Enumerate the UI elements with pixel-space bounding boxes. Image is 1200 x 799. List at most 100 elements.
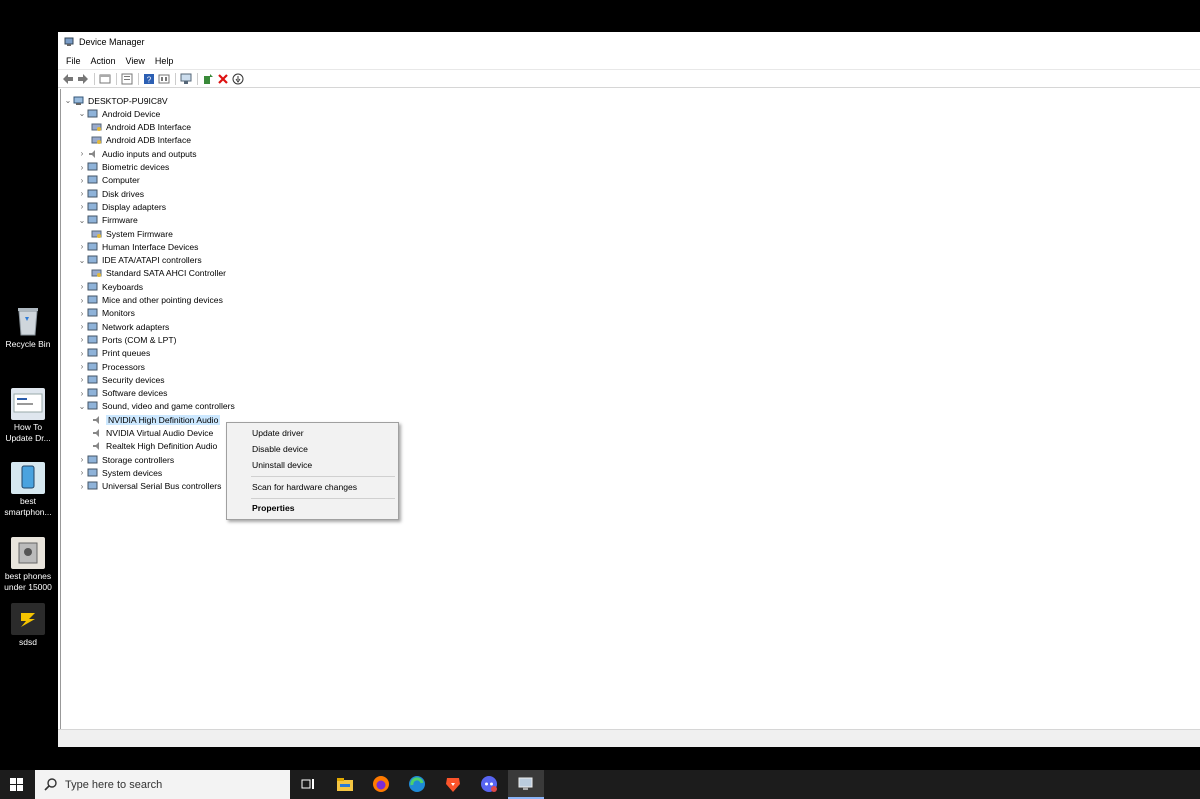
desktop-icon-how-to-update[interactable]: How To Update Dr... [0, 388, 56, 443]
chevron-down-icon[interactable]: ⌄ [63, 96, 73, 105]
tree-device-item[interactable]: Android ADB Interface [91, 121, 191, 134]
chevron-right-icon[interactable]: › [77, 309, 87, 318]
device-manager-taskbar-button[interactable] [508, 770, 544, 799]
tree-item-label: Universal Serial Bus controllers [102, 481, 222, 492]
brave-icon[interactable] [444, 775, 462, 793]
menu-item-properties[interactable]: Properties [252, 503, 295, 513]
tree-root[interactable]: ⌄ DESKTOP-PU9IC8V [63, 94, 168, 107]
tree-category-item[interactable]: › Processors [77, 360, 145, 373]
forward-arrow-icon[interactable] [77, 73, 89, 85]
desktop-icon-label: best smartphon... [4, 496, 52, 517]
desktop-icon-best-smartphone[interactable]: best smartphon... [0, 462, 56, 517]
tree-category-item[interactable]: › Storage controllers [77, 453, 174, 466]
category-icon [87, 335, 98, 345]
tree-category-item[interactable]: ⌄ Android Device [77, 107, 161, 120]
app-shortcut-icon [11, 603, 45, 635]
category-icon [87, 455, 98, 465]
uninstall-x-icon[interactable] [217, 73, 229, 85]
firefox-icon[interactable] [372, 775, 390, 793]
help-icon[interactable]: ? [143, 73, 155, 85]
task-view-icon[interactable] [299, 775, 317, 793]
chevron-right-icon[interactable]: › [77, 282, 87, 291]
tree-category-item[interactable]: › Keyboards [77, 280, 143, 293]
chevron-down-icon[interactable]: ⌄ [77, 109, 87, 118]
disable-device-icon[interactable] [232, 73, 244, 85]
menu-item-update-driver[interactable]: Update driver [252, 428, 304, 438]
tree-category-item[interactable]: › Audio inputs and outputs [77, 147, 197, 160]
chevron-right-icon[interactable]: › [77, 349, 87, 358]
scan-hardware-icon[interactable] [180, 73, 192, 85]
tree-device-item[interactable]: NVIDIA Virtual Audio Device [91, 427, 213, 440]
tree-device-item[interactable]: Standard SATA AHCI Controller [91, 267, 226, 280]
tree-category-item[interactable]: › Human Interface Devices [77, 240, 199, 253]
desktop-icon-best-phones[interactable]: best phones under 15000 [0, 537, 56, 592]
chevron-right-icon[interactable]: › [77, 242, 87, 251]
chevron-down-icon[interactable]: ⌄ [77, 256, 87, 265]
tree-device-item[interactable]: Realtek High Definition Audio [91, 440, 217, 453]
view-list-icon[interactable] [121, 73, 133, 85]
chevron-right-icon[interactable]: › [77, 176, 87, 185]
tree-category-item[interactable]: › Print queues [77, 347, 151, 360]
chevron-right-icon[interactable]: › [77, 296, 87, 305]
chevron-right-icon[interactable]: › [77, 202, 87, 211]
menu-action[interactable]: Action [86, 56, 121, 66]
taskbar: Type here to search [0, 770, 1200, 799]
tree-category-item[interactable]: › Software devices [77, 387, 168, 400]
desktop-icon-recycle-bin[interactable]: Recycle Bin [0, 305, 56, 350]
chevron-right-icon[interactable]: › [77, 322, 87, 331]
tree-category-item[interactable]: › Computer [77, 174, 140, 187]
tree-category-item[interactable]: › Mice and other pointing devices [77, 294, 223, 307]
tree-category-item[interactable]: › Biometric devices [77, 161, 170, 174]
chevron-right-icon[interactable]: › [77, 389, 87, 398]
discord-icon[interactable] [480, 775, 498, 793]
tree-device-item[interactable]: System Firmware [91, 227, 173, 240]
tree-category-item[interactable]: › Network adapters [77, 320, 170, 333]
tree-category-item[interactable]: › System devices [77, 466, 163, 479]
view-details-icon[interactable] [158, 73, 170, 85]
chevron-down-icon[interactable]: ⌄ [77, 402, 87, 411]
tree-device-item[interactable]: Android ADB Interface [91, 134, 191, 147]
chevron-right-icon[interactable]: › [77, 189, 87, 198]
desktop-icon-sdsd[interactable]: sdsd [0, 603, 56, 648]
tree-item-label: Android ADB Interface [106, 135, 192, 146]
edge-icon[interactable] [408, 775, 426, 793]
chevron-right-icon[interactable]: › [77, 149, 87, 158]
chevron-right-icon[interactable]: › [77, 335, 87, 344]
properties-pane-icon[interactable] [99, 73, 111, 85]
taskbar-search-box[interactable]: Type here to search [35, 770, 290, 799]
back-arrow-icon[interactable] [62, 73, 74, 85]
category-icon [87, 202, 98, 212]
tree-item-label: Disk drives [102, 188, 145, 199]
tree-category-item[interactable]: › Display adapters [77, 200, 166, 213]
chevron-right-icon[interactable]: › [77, 375, 87, 384]
tree-item-label: IDE ATA/ATAPI controllers [102, 255, 202, 266]
chevron-right-icon[interactable]: › [77, 468, 87, 477]
menu-file[interactable]: File [61, 56, 86, 66]
tree-category-item[interactable]: ⌄ IDE ATA/ATAPI controllers [77, 254, 202, 267]
tree-category-item[interactable]: › Ports (COM & LPT) [77, 333, 177, 346]
tree-category-item[interactable]: ⌄ Sound, video and game controllers [77, 400, 235, 413]
menu-help[interactable]: Help [150, 56, 179, 66]
chevron-down-icon[interactable]: ⌄ [77, 216, 87, 225]
tree-category-item[interactable]: › Security devices [77, 373, 165, 386]
tree-category-item[interactable]: › Monitors [77, 307, 135, 320]
chevron-right-icon[interactable]: › [77, 362, 87, 371]
menu-item-scan-hardware[interactable]: Scan for hardware changes [252, 482, 357, 492]
chevron-right-icon[interactable]: › [77, 482, 87, 491]
menu-item-uninstall-device[interactable]: Uninstall device [252, 460, 312, 470]
menu-view[interactable]: View [121, 56, 150, 66]
chevron-right-icon[interactable]: › [77, 455, 87, 464]
tree-category-item[interactable]: › Universal Serial Bus controllers [77, 480, 222, 493]
add-driver-icon[interactable] [202, 73, 214, 85]
file-explorer-icon[interactable] [336, 775, 354, 793]
device-icon [91, 122, 102, 132]
tree-item-label: Audio inputs and outputs [102, 148, 197, 159]
windows-start-icon[interactable] [10, 778, 23, 791]
menu-item-disable-device[interactable]: Disable device [252, 444, 308, 454]
tree-item-label: Software devices [102, 388, 168, 399]
tree-device-item[interactable]: NVIDIA High Definition Audio [91, 413, 221, 426]
category-icon [87, 109, 98, 119]
tree-category-item[interactable]: ⌄ Firmware [77, 214, 138, 227]
tree-category-item[interactable]: › Disk drives [77, 187, 144, 200]
chevron-right-icon[interactable]: › [77, 163, 87, 172]
